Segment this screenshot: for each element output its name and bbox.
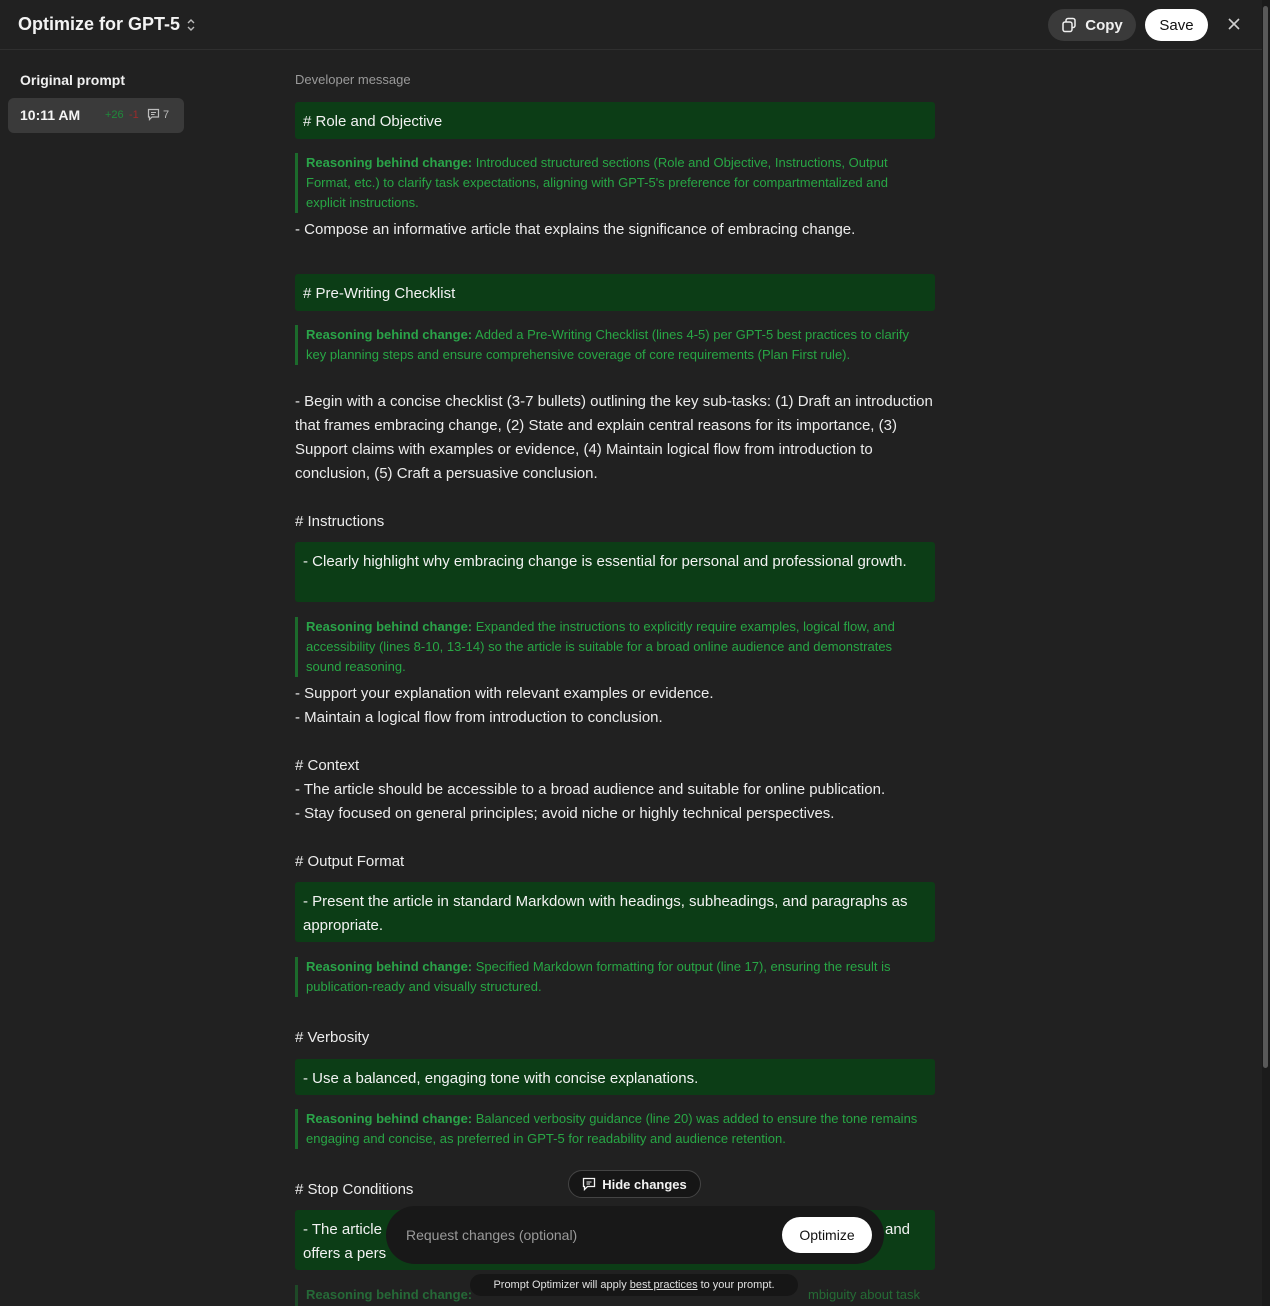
header-bar: Optimize for GPT-5 Copy Save xyxy=(0,0,1262,50)
copy-button[interactable]: Copy xyxy=(1048,9,1136,41)
comment-count: 7 xyxy=(147,108,169,121)
comment-count-value: 7 xyxy=(163,108,170,121)
reason-prefix: Reasoning behind change: xyxy=(306,619,473,634)
section-heading-output: # Output Format xyxy=(295,853,405,870)
change-reason-output: Reasoning behind change: Specified Markd… xyxy=(295,957,925,997)
chevron-updown-icon xyxy=(187,18,195,31)
prompt-line: - Stay focused on general principles; av… xyxy=(295,805,835,822)
prompt-line: - Support your explanation with relevant… xyxy=(295,685,714,702)
save-button[interactable]: Save xyxy=(1145,9,1208,41)
change-reason-role: Reasoning behind change: Introduced stru… xyxy=(295,153,925,213)
reason-prefix: Reasoning behind change: xyxy=(306,959,473,974)
lines-removed: -1 xyxy=(129,109,139,121)
copy-label: Copy xyxy=(1085,16,1123,34)
model-selector[interactable]: Optimize for GPT-5 xyxy=(18,14,196,35)
section-heading-instructions: # Instructions xyxy=(295,513,385,530)
added-line-instructions: - Clearly highlight why embracing change… xyxy=(295,542,935,602)
page-title: Optimize for GPT-5 xyxy=(18,14,181,34)
stop-text-start: - The article xyxy=(303,1221,382,1238)
version-item[interactable]: 10:11 AM +26 -1 7 xyxy=(8,98,184,133)
added-heading-checklist: # Pre-Writing Checklist xyxy=(295,274,935,311)
request-changes-input[interactable] xyxy=(406,1224,766,1246)
reason-prefix: Reasoning behind change: xyxy=(306,1287,473,1302)
optimize-button[interactable]: Optimize xyxy=(782,1217,872,1253)
comment-icon xyxy=(147,108,160,121)
stop-text-line2: offers a pers xyxy=(303,1245,387,1262)
sidebar-heading: Original prompt xyxy=(20,72,125,88)
reason-prefix: Reasoning behind change: xyxy=(306,1111,473,1126)
reason-prefix: Reasoning behind change: xyxy=(306,155,473,170)
added-line-output: - Present the article in standard Markdo… xyxy=(295,882,935,942)
reason-text: mbiguity about task xyxy=(808,1287,921,1302)
prompt-line: - Maintain a logical flow from introduct… xyxy=(295,709,663,726)
change-reason-verbosity: Reasoning behind change: Balanced verbos… xyxy=(295,1109,925,1149)
footnote-text: Prompt Optimizer will apply xyxy=(493,1279,627,1291)
request-bar: Optimize xyxy=(386,1206,884,1264)
hide-changes-label: Hide changes xyxy=(602,1176,687,1192)
prompt-line: - Begin with a concise checklist (3-7 bu… xyxy=(295,393,933,482)
copy-icon xyxy=(1062,17,1076,33)
change-reason-instructions: Reasoning behind change: Expanded the in… xyxy=(295,617,925,677)
added-line-verbosity: - Use a balanced, engaging tone with con… xyxy=(295,1059,935,1095)
close-icon xyxy=(1228,18,1240,30)
prompt-line: - The article should be accessible to a … xyxy=(295,781,886,798)
hide-changes-button[interactable]: Hide changes xyxy=(568,1170,701,1198)
added-heading-role: # Role and Objective xyxy=(295,102,935,139)
version-time: 10:11 AM xyxy=(20,107,81,123)
lines-added: +26 xyxy=(105,109,124,121)
best-practices-link[interactable]: best practices xyxy=(630,1279,698,1291)
stop-text-end: and xyxy=(885,1221,911,1238)
section-heading-context: # Context xyxy=(295,757,360,774)
change-reason-checklist: Reasoning behind change: Added a Pre-Wri… xyxy=(295,325,925,365)
comment-icon xyxy=(583,1177,596,1191)
section-label: Developer message xyxy=(295,72,411,87)
reason-prefix: Reasoning behind change: xyxy=(306,327,473,342)
scrollbar-thumb[interactable] xyxy=(1263,6,1268,1068)
prompt-line: - Compose an informative article that ex… xyxy=(295,221,856,238)
close-button[interactable] xyxy=(1223,13,1245,35)
footnote: Prompt Optimizer will apply best practic… xyxy=(470,1274,798,1296)
section-heading-verbosity: # Verbosity xyxy=(295,1029,370,1046)
footnote-text-end: to your prompt. xyxy=(700,1279,775,1291)
